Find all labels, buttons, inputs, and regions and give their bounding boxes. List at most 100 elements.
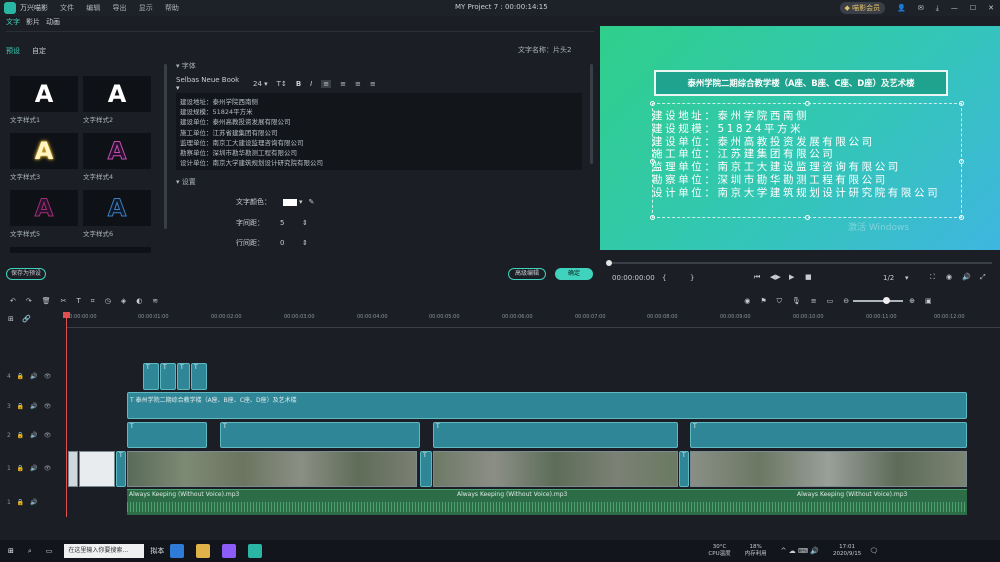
tab-custom[interactable]: 自定 — [32, 46, 46, 56]
speaker-icon[interactable]: 🔊 — [30, 432, 37, 439]
font-size-icon[interactable]: T↕ — [277, 80, 287, 88]
title-clip[interactable]: T — [160, 363, 176, 390]
align-left-icon[interactable]: ≡ — [321, 80, 332, 88]
add-track-icon[interactable]: ⊞ — [8, 315, 14, 323]
resize-handle[interactable] — [959, 215, 964, 220]
bracket-out-icon[interactable]: } — [690, 274, 694, 282]
edge-icon[interactable] — [170, 544, 185, 558]
bracket-in-icon[interactable]: { — [662, 274, 666, 282]
snap-icon[interactable]: ▭ — [827, 297, 834, 305]
expand-icon[interactable]: ⤢ — [980, 273, 986, 282]
video-clip[interactable] — [433, 451, 678, 487]
app-icon[interactable] — [222, 544, 237, 558]
render-icon[interactable]: ◉ — [744, 297, 750, 305]
font-section-header[interactable]: ▾ 字体 — [176, 61, 196, 71]
account-icon[interactable]: 👤 — [897, 4, 906, 12]
zoom-knob[interactable] — [883, 297, 891, 304]
link-icon[interactable]: 🔗 — [22, 315, 31, 323]
taskbar-app-label[interactable]: 拟本 — [150, 546, 164, 556]
title-clip[interactable]: T — [177, 363, 190, 390]
fullscreen-icon[interactable]: ⛶ — [930, 273, 935, 282]
resize-handle[interactable] — [650, 101, 655, 106]
align-right-icon[interactable]: ≡ — [355, 80, 361, 88]
tab-film[interactable]: 影片 — [26, 17, 40, 31]
speed-icon[interactable]: ◷ — [105, 297, 111, 305]
style-card-4[interactable]: A 文字样式4 — [83, 133, 151, 181]
close-icon[interactable]: ✕ — [988, 4, 994, 12]
shield-icon[interactable]: ⛉ — [777, 297, 782, 306]
video-clip[interactable] — [127, 451, 417, 487]
transition-clip[interactable]: T — [679, 451, 689, 487]
timeline-ruler[interactable]: 00:00:00:00 00:00:01:00 00:00:02:00 00:0… — [66, 312, 1000, 328]
task-view-icon[interactable]: ▭ — [46, 547, 53, 555]
transition-clip[interactable]: T — [420, 451, 432, 487]
text-editor[interactable]: 建设地址：泰州学院西南侧 建设规模：51824平方米 建设单位：泰州高教投资发展… — [176, 93, 582, 170]
progress-knob[interactable] — [606, 260, 612, 266]
folder-icon[interactable] — [196, 544, 211, 558]
menu-view[interactable]: 显示 — [139, 4, 153, 12]
lock-icon[interactable]: 🔒 — [17, 432, 24, 439]
marker-icon[interactable]: ⚑ — [760, 297, 766, 305]
bold-icon[interactable]: B — [296, 80, 301, 88]
style-card-2[interactable]: A 文字样式2 — [83, 76, 151, 124]
font-family-select[interactable]: Selbas Neue Book ▾ — [176, 76, 244, 92]
preview-title[interactable]: 泰州学院二期综合教学楼（A座、B座、C座、D座）及艺术楼 — [654, 70, 948, 96]
redo-icon[interactable]: ↷ — [26, 297, 32, 305]
zoom-out-icon[interactable]: ⊖ — [843, 297, 849, 305]
lock-icon[interactable]: 🔒 — [17, 403, 24, 410]
search-icon[interactable]: ⌕ — [28, 547, 32, 556]
dropdown-arrow-icon[interactable]: ▾ — [299, 198, 303, 206]
playhead-handle[interactable] — [63, 312, 70, 318]
maximize-icon[interactable]: ☐ — [970, 4, 976, 12]
windows-start-icon[interactable]: ⊞ — [8, 547, 14, 555]
text-color-swatch[interactable] — [283, 198, 297, 206]
search-box[interactable]: 在这里输入你要搜索... — [64, 544, 145, 558]
video-clip[interactable] — [79, 451, 115, 487]
zoom-in-icon[interactable]: ⊕ — [909, 297, 915, 305]
mic-icon[interactable]: 🎙 — [792, 297, 801, 305]
mixer-icon[interactable]: ≡ — [811, 297, 817, 305]
download-icon[interactable]: ⤓ — [936, 4, 939, 13]
title-clip-long[interactable]: T 泰州学院二期综合教学楼（A座、B座、C座、D座）及艺术楼 — [127, 392, 967, 419]
premium-badge[interactable]: ◆ 喵影会员 — [839, 2, 886, 14]
cut-icon[interactable]: ✂ — [61, 297, 67, 305]
resize-handle[interactable] — [805, 215, 810, 220]
filmora-icon[interactable] — [248, 544, 263, 558]
snapshot-icon[interactable]: ◉ — [946, 273, 952, 281]
settings-scrollbar[interactable] — [590, 64, 593, 164]
tab-text[interactable]: 文字 — [6, 17, 20, 31]
style-card-5[interactable]: A 文字样式5 — [10, 190, 78, 238]
title-clip[interactable]: T — [690, 422, 967, 448]
chevron-down-icon[interactable]: ▾ — [905, 274, 909, 282]
mail-icon[interactable]: ✉ — [918, 4, 924, 12]
resize-handle[interactable] — [959, 101, 964, 106]
playhead[interactable] — [66, 312, 67, 517]
keyframe-icon[interactable]: ◈ — [121, 297, 126, 305]
align-justify-icon[interactable]: ≡ — [370, 80, 376, 88]
speaker-icon[interactable]: 🔊 — [30, 373, 37, 380]
title-clip[interactable]: T — [143, 363, 159, 390]
color-icon[interactable]: ◐ — [136, 297, 142, 305]
transition-clip[interactable]: T — [116, 451, 126, 487]
playback-progress[interactable] — [608, 262, 992, 264]
style-card-1[interactable]: A 文字样式1 — [10, 76, 78, 124]
minimize-icon[interactable]: — — [951, 4, 958, 12]
stepper-icon[interactable]: ⇕ — [302, 219, 308, 227]
lock-icon[interactable]: 🔒 — [17, 499, 24, 506]
resize-handle[interactable] — [650, 215, 655, 220]
video-clip[interactable] — [68, 451, 78, 487]
speaker-icon[interactable]: 🔊 — [30, 465, 37, 472]
preview-canvas[interactable]: 泰州学院二期综合教学楼（A座、B座、C座、D座）及艺术楼 建设地址：泰州学院西南… — [600, 26, 1000, 250]
step-back-icon[interactable]: ◀▶ — [770, 273, 781, 281]
prev-frame-icon[interactable]: ⏮ — [754, 273, 760, 282]
style-scrollbar[interactable] — [164, 64, 167, 229]
speaker-icon[interactable]: 🔊 — [30, 499, 37, 506]
audio-adjust-icon[interactable]: ≋ — [152, 297, 158, 305]
font-size-select[interactable]: 24 ▾ — [253, 80, 268, 88]
eye-icon[interactable]: 👁 — [44, 465, 52, 472]
title-clip[interactable]: T — [220, 422, 420, 448]
eye-icon[interactable]: 👁 — [44, 373, 52, 380]
page-indicator[interactable]: 1/2 — [883, 274, 894, 282]
stepper-icon[interactable]: ⇕ — [302, 239, 308, 247]
resize-handle[interactable] — [805, 101, 810, 106]
